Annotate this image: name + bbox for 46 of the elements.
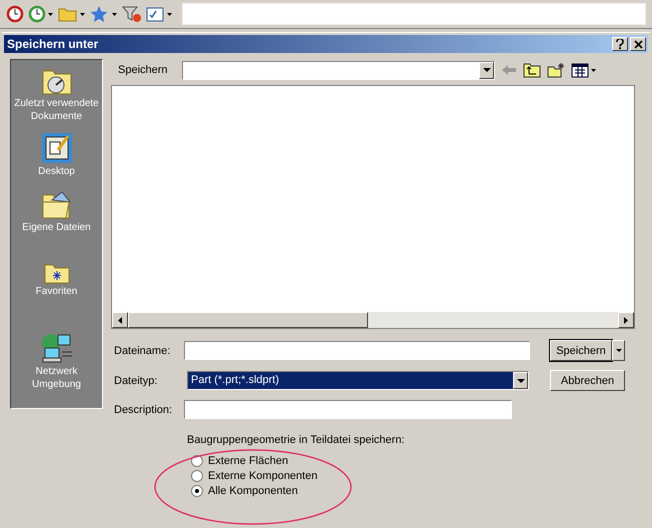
- file-type-dropdown[interactable]: Part (*.prt;*.sldprt): [187, 371, 529, 390]
- folder-dropdown[interactable]: [182, 60, 495, 80]
- cancel-button[interactable]: Abbrechen: [550, 370, 625, 391]
- checklist-icon[interactable]: [146, 5, 174, 23]
- group-label: Baugruppengeometrie in Teildatei speichern:: [187, 434, 406, 446]
- radio-option[interactable]: Alle Komponenten: [187, 485, 298, 497]
- places-item[interactable]: Netzwerk Umgebung: [10, 332, 102, 402]
- radio-option[interactable]: Externe Komponenten: [187, 470, 318, 482]
- description-field[interactable]: [184, 400, 512, 419]
- radio-option[interactable]: Externe Flächen: [187, 455, 288, 467]
- file-type-label: Dateityp:: [114, 374, 158, 386]
- radio-button[interactable]: [191, 470, 203, 482]
- filename-label: Dateiname:: [114, 344, 172, 356]
- close-button[interactable]: [630, 37, 646, 51]
- description-label: Description:: [114, 404, 174, 416]
- help-button[interactable]: [612, 37, 628, 51]
- input-field[interactable]: [182, 3, 646, 25]
- filename-field[interactable]: [184, 341, 530, 360]
- clock-icon[interactable]: [6, 5, 24, 23]
- filter-icon[interactable]: [122, 5, 142, 23]
- window-title: Speichern unter: [7, 37, 98, 51]
- radio-button[interactable]: [191, 485, 203, 497]
- places-item[interactable]: Desktop: [10, 132, 102, 190]
- save-button[interactable]: Speichern: [550, 340, 612, 361]
- right-arrow-icon: [624, 316, 628, 324]
- left-arrow-icon: [118, 316, 122, 324]
- caret-icon: [616, 349, 622, 352]
- places-item[interactable]: Eigene Dateien: [10, 190, 102, 262]
- desktop-icon: [40, 132, 72, 164]
- save-options-button[interactable]: [612, 340, 625, 361]
- clock-icon[interactable]: [28, 5, 54, 23]
- horizontal-scrollbar[interactable]: [111, 312, 635, 329]
- view-menu-icon[interactable]: [571, 62, 597, 78]
- help-icon: [616, 39, 624, 49]
- favorites-folder-icon: [44, 262, 70, 284]
- places-item[interactable]: Zuletzt verwendete Dokumente: [10, 66, 102, 132]
- caret-icon: [482, 68, 490, 72]
- new-folder-icon[interactable]: [547, 62, 565, 78]
- save-in-label: Speichern: [117, 64, 169, 76]
- star-icon[interactable]: [90, 5, 118, 23]
- caret-icon: [516, 378, 524, 382]
- up-folder-icon[interactable]: [523, 62, 541, 78]
- places-item[interactable]: Favoriten: [10, 262, 102, 332]
- close-icon: [634, 40, 642, 48]
- network-icon: [40, 332, 74, 364]
- folder-icon: [40, 190, 74, 220]
